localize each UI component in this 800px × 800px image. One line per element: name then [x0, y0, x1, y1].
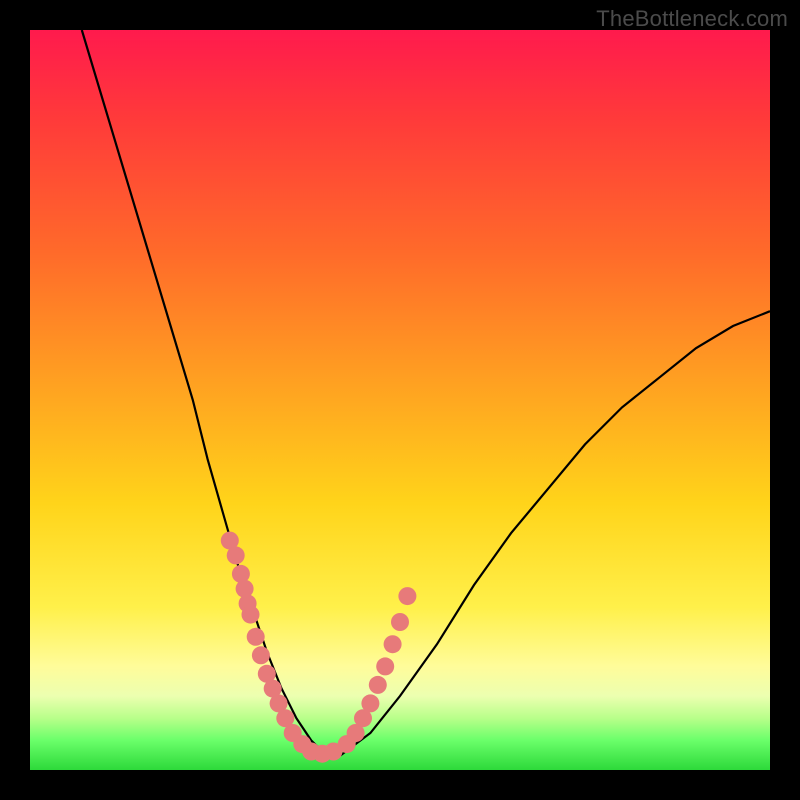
data-point	[384, 635, 402, 653]
bottleneck-curve	[82, 30, 770, 755]
data-point	[236, 580, 254, 598]
data-point-group	[221, 532, 417, 763]
chart-svg	[30, 30, 770, 770]
plot-area	[30, 30, 770, 770]
data-point	[391, 613, 409, 631]
data-point	[376, 657, 394, 675]
watermark-text: TheBottleneck.com	[596, 6, 788, 32]
chart-frame: TheBottleneck.com	[0, 0, 800, 800]
data-point	[242, 606, 260, 624]
data-point	[227, 546, 245, 564]
data-point	[252, 646, 270, 664]
data-point	[247, 628, 265, 646]
data-point	[398, 587, 416, 605]
data-point	[369, 676, 387, 694]
data-point	[361, 694, 379, 712]
